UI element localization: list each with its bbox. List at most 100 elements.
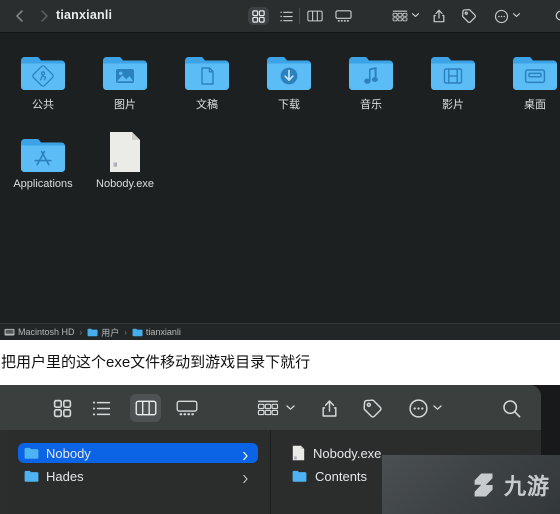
grid-view-icon (53, 399, 71, 417)
file-item[interactable]: Applications (2, 128, 84, 190)
gallery-view-button[interactable] (175, 397, 199, 419)
list-view-icon (279, 11, 293, 21)
list-item[interactable]: Contents (292, 466, 367, 486)
tag-icon (462, 9, 476, 23)
file-item-label: 下载 (278, 99, 300, 111)
file-item[interactable]: 下载 (248, 46, 330, 112)
search-icon (555, 10, 560, 20)
file-item[interactable]: 桌面 (494, 46, 560, 112)
toolbar: tianxianli (0, 0, 560, 33)
column-view-icon (135, 400, 156, 416)
breadcrumb-item-users[interactable]: 用户 (87, 326, 119, 339)
list-item[interactable]: Nobody.exe (292, 443, 381, 463)
file-item[interactable]: 图片 (84, 46, 166, 112)
chevron-right-icon (242, 448, 249, 461)
chevron-down-icon[interactable] (285, 404, 296, 411)
gallery-view-button[interactable] (333, 7, 353, 25)
group-by-icon (392, 10, 408, 22)
share-icon (433, 9, 444, 23)
folder-documents-icon (166, 46, 248, 92)
folder-desktop-icon (494, 46, 560, 92)
screenshot-root: tianxianli 公共 图片 文稿 下载 音乐 影片 桌面 Applicat… (0, 0, 560, 514)
list-item-label: Contents (315, 468, 368, 484)
breadcrumb: Macintosh HD › 用户 › tianxianli (0, 323, 560, 340)
list-item-label: Hades (46, 468, 84, 484)
column-view-button[interactable] (130, 394, 161, 422)
caption-text: 把用户里的这个exe文件移动到游戏目录下就行 (1, 354, 311, 371)
column-one: Nobody Hades (6, 430, 271, 514)
file-item-label: 文稿 (196, 99, 218, 111)
file-item[interactable]: 影片 (412, 46, 494, 112)
folder-public-icon (2, 46, 84, 92)
icon-view-button[interactable] (50, 397, 74, 419)
breadcrumb-item-tianxianli[interactable]: tianxianli (132, 327, 181, 337)
chevron-right-icon (242, 471, 249, 484)
folder-icon (24, 470, 39, 482)
folder-icon (292, 470, 307, 482)
group-by-icon (257, 400, 279, 416)
list-item-label: Nobody (46, 445, 91, 461)
list-item[interactable]: Hades (18, 466, 258, 486)
back-button[interactable] (12, 8, 28, 24)
jiuyou-logo-icon (474, 473, 493, 497)
breadcrumb-label: 用户 (101, 327, 120, 338)
more-button[interactable] (407, 397, 429, 419)
window-title: tianxianli (56, 8, 113, 22)
file-item[interactable]: 音乐 (330, 46, 412, 112)
watermark: 九游 (382, 455, 560, 514)
file-item-label: Applications (13, 178, 73, 190)
chevron-down-icon[interactable] (411, 12, 420, 18)
tag-button[interactable] (361, 397, 383, 419)
chevron-down-icon[interactable] (512, 12, 521, 18)
file-item[interactable]: Nobody.exe (84, 128, 166, 190)
ellipsis-circle-icon (494, 9, 508, 23)
list-item-label: Nobody.exe (313, 445, 382, 461)
icon-grid: 公共 图片 文稿 下载 音乐 影片 桌面 Applications Nobody… (0, 32, 560, 323)
watermark-text: 九游 (504, 475, 551, 500)
list-view-button[interactable] (277, 7, 295, 25)
folder-icon (132, 328, 143, 336)
file-item-label: 公共 (32, 99, 54, 111)
column-view-button[interactable] (306, 7, 324, 25)
group-by-button[interactable] (391, 7, 409, 25)
list-view-button[interactable] (89, 397, 113, 419)
search-button[interactable] (499, 397, 523, 419)
file-item-label: 图片 (114, 99, 136, 111)
tag-icon (362, 398, 382, 418)
hard-disk-icon (4, 328, 15, 336)
search-icon (502, 399, 520, 417)
caption-bar: 把用户里的这个exe文件移动到游戏目录下就行 (0, 340, 560, 385)
gallery-view-icon (176, 400, 198, 416)
generic-document-icon (84, 128, 166, 174)
more-button[interactable] (492, 7, 510, 25)
bottom-area: Nobody Hades Nobody.exe Contents 九游 (0, 385, 560, 514)
icon-view-button[interactable] (248, 7, 269, 25)
generic-document-icon (292, 445, 305, 461)
breadcrumb-separator: › (124, 327, 127, 337)
breadcrumb-separator: › (79, 327, 83, 337)
gallery-view-icon (334, 10, 352, 22)
share-icon (321, 399, 337, 417)
group-by-button[interactable] (256, 397, 280, 419)
file-item-label: Nobody.exe (96, 178, 154, 190)
tag-button[interactable] (460, 7, 478, 25)
file-item[interactable]: 公共 (2, 46, 84, 112)
finder-window-top: tianxianli 公共 图片 文稿 下载 音乐 影片 桌面 Applicat… (0, 0, 560, 340)
file-item-label: 影片 (442, 99, 464, 111)
search-button[interactable] (552, 7, 560, 25)
share-button[interactable] (430, 7, 447, 25)
folder-pictures-icon (84, 46, 166, 92)
folder-icon (87, 328, 98, 336)
ellipsis-circle-icon (408, 398, 428, 418)
breadcrumb-label: tianxianli (145, 327, 181, 337)
breadcrumb-label: Macintosh HD (18, 327, 75, 337)
forward-button[interactable] (36, 8, 52, 24)
list-view-icon (92, 401, 110, 415)
list-item[interactable]: Nobody (18, 443, 258, 463)
file-item-label: 音乐 (360, 99, 382, 111)
folder-movies-icon (412, 46, 494, 92)
chevron-down-icon[interactable] (432, 404, 443, 411)
share-button[interactable] (318, 397, 340, 419)
breadcrumb-item-macintosh-hd[interactable]: Macintosh HD (4, 327, 75, 337)
file-item[interactable]: 文稿 (166, 46, 248, 112)
